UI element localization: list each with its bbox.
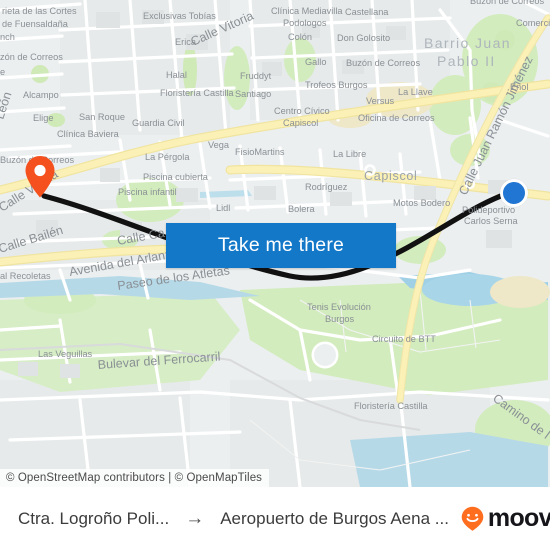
map-label: nch <box>0 32 15 42</box>
trip-destination-label[interactable]: Aeropuerto de Burgos Aena ... <box>220 509 449 529</box>
trip-summary-bar: Ctra. Logroño Poli... → Aeropuerto de Bu… <box>0 487 550 550</box>
map-label: Exclusivas Tobías <box>143 11 216 21</box>
map-label: Piscina infantil <box>118 187 177 197</box>
map-label: Alcampo <box>23 90 59 100</box>
map-label: Carlos Serna <box>464 216 519 226</box>
map-label: San Roque <box>79 112 125 122</box>
map-label: Colón <box>288 32 312 42</box>
map-label: Rodríguez <box>305 182 348 192</box>
map-label: Floristería Castilla <box>160 88 234 98</box>
map-label: Pablo II <box>437 53 496 69</box>
map-label: Oficina de Correos <box>358 113 435 123</box>
moovit-trip-screen: rieta de las Cortes de Fuensaldaña Exclusi… <box>0 0 550 550</box>
map-label: Polideportivo <box>462 205 515 215</box>
map-label: Halal <box>166 70 187 80</box>
moovit-logo[interactable]: moovit <box>459 504 550 533</box>
map-label: al Recoletas <box>0 271 51 281</box>
origin-pin-icon[interactable] <box>24 155 56 199</box>
map-label: FisioMartins <box>235 147 285 157</box>
destination-dot-marker[interactable] <box>500 179 528 207</box>
take-me-there-button[interactable]: Take me there <box>166 223 396 268</box>
map-label: Centro Cívico <box>274 106 330 116</box>
map-label: La Llave <box>398 87 433 97</box>
map-viewport[interactable]: rieta de las Cortes de Fuensaldaña Exclusi… <box>0 0 550 487</box>
map-label: zón de Correos <box>0 52 63 62</box>
map-attribution[interactable]: © OpenStreetMap contributors | © OpenMap… <box>0 469 270 487</box>
moovit-wordmark: moovit <box>487 504 550 532</box>
map-label: Buzón de Correos <box>470 0 544 6</box>
map-label: Elige <box>33 113 53 123</box>
map-label: Clínica Mediavilla <box>271 6 343 16</box>
map-label: Motos Bodero <box>393 198 450 208</box>
map-label: Santiago <box>235 89 271 99</box>
map-label: La Libre <box>333 149 366 159</box>
take-me-there-label: Take me there <box>217 234 345 256</box>
map-label: Capiscol <box>364 169 418 183</box>
map-label: La Pérgola <box>145 152 190 162</box>
map-label: Gallo <box>305 57 326 67</box>
map-label: Circuito de BTT <box>372 334 436 344</box>
map-label: Versus <box>366 96 394 106</box>
map-label: Burgos <box>325 314 355 324</box>
map-label: Castellana <box>345 7 389 17</box>
map-label: Barrio Juan <box>424 35 511 51</box>
map-label: Comerci <box>516 18 550 28</box>
map-label: Podologos <box>283 18 327 28</box>
moovit-pin-icon <box>461 506 484 531</box>
map-label: Las Veguillas <box>38 349 93 359</box>
map-label: Trofeos Burgos <box>305 80 368 90</box>
arrow-right-icon: → <box>185 507 205 529</box>
trip-origin-label[interactable]: Ctra. Logroño Poli... <box>18 509 169 529</box>
map-label: Guardia Civil <box>132 118 185 128</box>
map-label: de Fuensaldaña <box>2 19 69 29</box>
map-label: Clínica Baviera <box>57 129 120 139</box>
map-label: Buzón de Correos <box>346 58 420 68</box>
map-label: e <box>0 67 5 77</box>
map-label: Floristería Castilla <box>354 401 428 411</box>
map-label: Tenis Evolución <box>307 302 371 312</box>
map-label: Bolera <box>288 204 315 214</box>
map-label: Fruddyt <box>240 71 272 81</box>
map-label: Capiscol <box>283 118 318 128</box>
map-label: Don Golosito <box>337 33 390 43</box>
map-label: Vega <box>208 140 230 150</box>
map-label: rieta de las Cortes <box>2 6 77 16</box>
map-label: Lidl <box>216 203 230 213</box>
map-label: Piscina cubierta <box>143 172 209 182</box>
